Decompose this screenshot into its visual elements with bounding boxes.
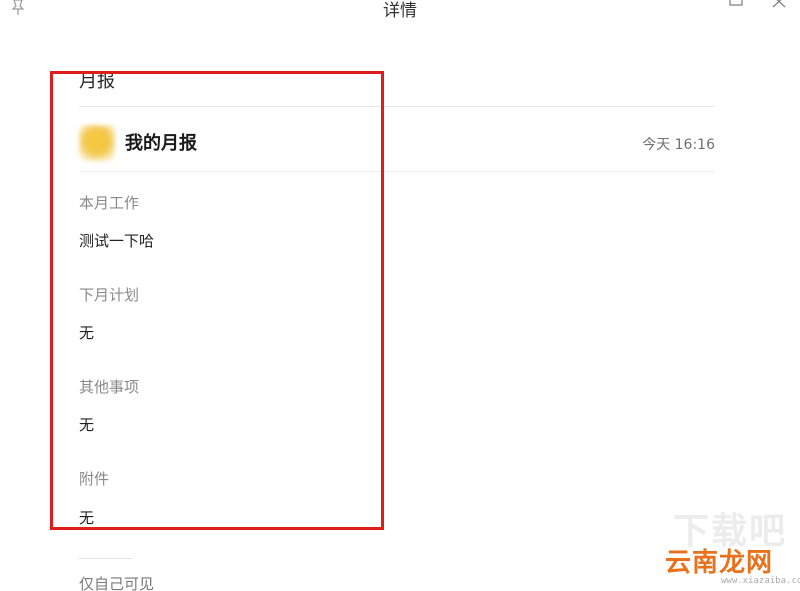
watermark-main-text: 云南龙网	[665, 548, 774, 578]
section-value-other-matters: 无	[79, 416, 95, 434]
report-type-heading: 月报	[79, 71, 115, 92]
avatar[interactable]	[79, 125, 115, 161]
report-title: 我的月报	[125, 133, 197, 154]
section-value-next-month-plan: 无	[79, 324, 95, 342]
divider	[79, 106, 715, 107]
divider	[79, 558, 133, 559]
watermark-top-text: 下载吧	[673, 511, 788, 552]
report-timestamp: 今天 16:16	[642, 137, 715, 153]
section-label-other-matters: 其他事项	[79, 378, 140, 396]
section-value-this-month-work: 测试一下哈	[79, 232, 155, 250]
section-label-next-month-plan: 下月计划	[79, 286, 140, 304]
section-label-attachments: 附件	[79, 470, 110, 488]
watermark-url: www.xiazaiba.com	[721, 576, 800, 586]
maximize-icon[interactable]	[729, 0, 743, 6]
section-label-this-month-work: 本月工作	[79, 194, 140, 212]
window-title: 详情	[383, 1, 417, 21]
watermark-logo: 下载吧 云南龙网 www.xiazaiba.com	[665, 511, 800, 588]
section-value-attachments: 无	[79, 509, 95, 527]
detail-window: 详情 月报 我的月报 今天 16:16 本月工作 测试一下哈 下月计划 无 其他…	[0, 0, 800, 591]
visibility-label: 仅自己可见	[79, 575, 155, 591]
divider	[79, 171, 715, 172]
close-icon[interactable]	[771, 0, 787, 8]
title-bar: 详情	[0, 0, 800, 26]
